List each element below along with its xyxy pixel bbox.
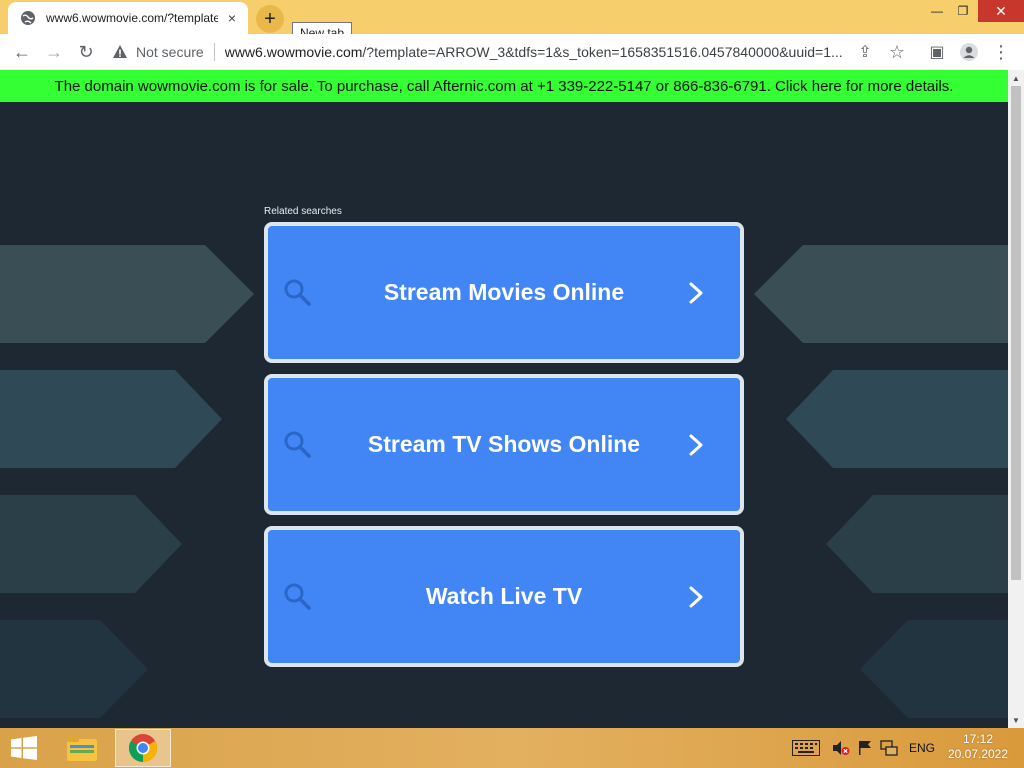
decorative-arrow-left-4	[0, 620, 148, 718]
restore-button[interactable]: ❐	[948, 0, 978, 22]
folder-icon	[67, 737, 97, 761]
security-status-label[interactable]: Not secure	[136, 44, 204, 60]
clock-date: 20.07.2022	[947, 747, 1009, 761]
search-link-stream-tv-shows[interactable]: Stream TV Shows Online	[264, 374, 744, 515]
url-host: www6.wowmovie.com	[224, 44, 363, 60]
forward-button[interactable]: →	[38, 36, 70, 68]
decorative-arrow-right-3	[826, 495, 1008, 593]
taskbar-chrome[interactable]	[115, 729, 171, 767]
chevron-right-icon	[689, 434, 703, 455]
close-tab-icon[interactable]: ×	[224, 10, 240, 26]
taskbar-file-explorer[interactable]	[54, 729, 110, 767]
share-icon[interactable]: ⇪	[850, 34, 880, 70]
address-bar[interactable]: Not secure www6.wowmovie.com/?template=A…	[110, 38, 918, 66]
input-language-indicator[interactable]: ENG	[906, 728, 938, 768]
domain-sale-banner[interactable]: The domain wowmovie.com is for sale. To …	[0, 70, 1008, 102]
globe-icon	[20, 10, 36, 26]
browser-menu-icon[interactable]: ⋮	[986, 34, 1016, 70]
back-button[interactable]: ←	[6, 36, 38, 68]
chevron-right-icon	[689, 586, 703, 607]
browser-toolbar: ← → ↻ Not secure www6.wowmovie.com/?temp…	[0, 34, 1024, 70]
search-icon	[284, 279, 311, 306]
network-icon[interactable]	[878, 728, 900, 768]
omnibox-divider	[213, 43, 215, 61]
touch-keyboard-icon[interactable]	[790, 728, 822, 768]
web-page: The domain wowmovie.com is for sale. To …	[0, 70, 1008, 728]
related-searches-heading: Related searches	[264, 206, 342, 217]
url-path: /?template=ARROW_3&tdfs=1&s_token=165835…	[362, 44, 843, 60]
decorative-arrow-right-1	[754, 245, 1008, 343]
decorative-arrow-left-3	[0, 495, 182, 593]
search-icon	[284, 431, 311, 458]
browser-tab[interactable]: www6.wowmovie.com/?template ×	[8, 2, 248, 34]
browser-title-bar: www6.wowmovie.com/?template × + New tab …	[0, 0, 1024, 44]
search-link-label: Stream TV Shows Online	[367, 431, 641, 457]
side-panel-icon[interactable]: ▣	[922, 34, 952, 70]
search-link-label: Stream Movies Online	[383, 279, 625, 305]
decorative-arrow-right-4	[860, 620, 1008, 718]
warning-triangle-icon[interactable]	[110, 42, 130, 62]
search-link-stream-movies[interactable]: Stream Movies Online	[264, 222, 744, 363]
scroll-thumb[interactable]	[1011, 86, 1021, 580]
reload-button[interactable]: ↻	[70, 36, 102, 68]
close-window-button[interactable]: ✕	[978, 0, 1024, 22]
windows-taskbar: ENG 17:12 20.07.2022	[0, 728, 1024, 768]
page-scrollbar[interactable]: ▲ ▼	[1008, 70, 1024, 728]
start-button[interactable]	[0, 728, 48, 768]
search-icon	[284, 583, 311, 610]
chevron-right-icon	[689, 282, 703, 303]
chrome-icon	[129, 734, 157, 762]
system-clock[interactable]: 17:12 20.07.2022	[940, 732, 1016, 762]
decorative-arrow-left-1	[0, 245, 254, 343]
profile-avatar-icon[interactable]	[954, 34, 984, 70]
volume-muted-icon[interactable]	[830, 728, 852, 768]
clock-time: 17:12	[962, 732, 994, 746]
url-text[interactable]: www6.wowmovie.com/?template=ARROW_3&tdfs…	[225, 44, 845, 60]
decorative-arrow-left-2	[0, 370, 222, 468]
scroll-up-arrow-icon[interactable]: ▲	[1008, 70, 1024, 86]
bookmark-star-icon[interactable]: ☆	[882, 34, 912, 70]
decorative-arrow-right-2	[786, 370, 1008, 468]
tab-title: www6.wowmovie.com/?template	[46, 11, 218, 25]
scroll-down-arrow-icon[interactable]: ▼	[1008, 712, 1024, 728]
search-link-label: Watch Live TV	[425, 583, 583, 609]
action-center-flag-icon[interactable]	[854, 728, 876, 768]
new-tab-button[interactable]: +	[256, 5, 284, 33]
search-link-watch-live-tv[interactable]: Watch Live TV	[264, 526, 744, 667]
windows-logo-icon	[11, 736, 37, 760]
